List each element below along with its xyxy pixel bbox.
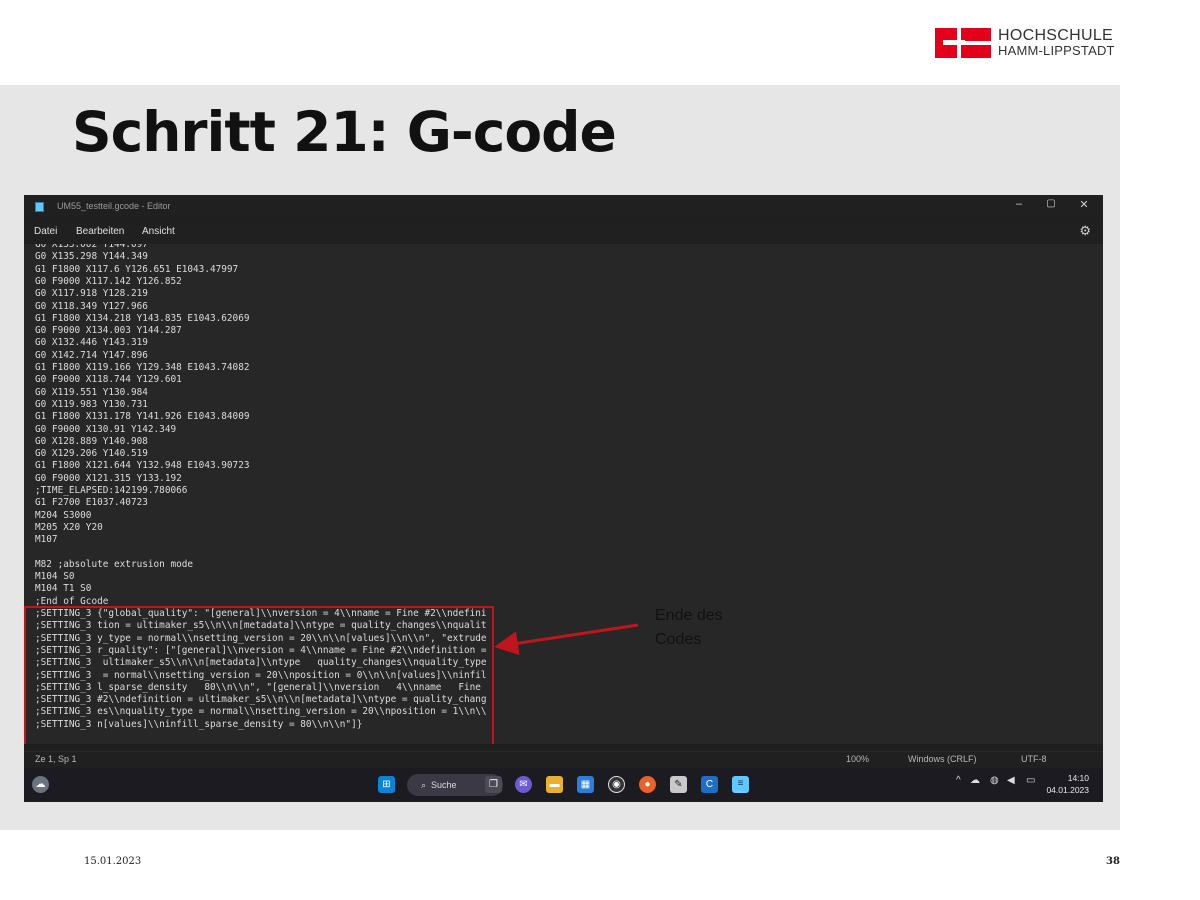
tray-network-icon[interactable]: ◍ xyxy=(990,775,999,786)
clock-time: 14:10 xyxy=(1067,773,1089,783)
minimize-button[interactable]: – xyxy=(1011,198,1027,210)
code-line: G0 X119.551 Y130.984 xyxy=(35,386,148,398)
start-icon[interactable]: ⊞ xyxy=(378,776,395,793)
tray-volume-icon[interactable]: ◀ xyxy=(1007,775,1015,786)
menu-bar: Datei Bearbeiten Ansicht ⚙ xyxy=(24,221,1103,243)
firefox-icon[interactable]: ● xyxy=(639,776,656,793)
code-line: G1 F1800 X134.218 Y143.835 E1043.62069 xyxy=(35,312,250,324)
encoding: UTF-8 xyxy=(1021,754,1047,764)
status-bar: Ze 1, Sp 1 100% Windows (CRLF) UTF-8 xyxy=(24,751,1103,767)
settings-gear-icon[interactable]: ⚙ xyxy=(1079,223,1091,239)
logo-text: HOCHSCHULE HAMM-LIPPSTADT xyxy=(998,27,1115,59)
code-line: M205 X20 Y20 xyxy=(35,521,103,533)
code-line: M82 ;absolute extrusion mode xyxy=(35,558,194,570)
code-line: G1 F1800 X121.644 Y132.948 E1043.90723 xyxy=(35,460,250,472)
cura-icon[interactable]: ◉ xyxy=(608,776,625,793)
snipping-tool-icon[interactable]: ✎ xyxy=(670,776,687,793)
logo-line1: HOCHSCHULE xyxy=(998,27,1114,44)
annotation-line1: Ende des xyxy=(655,607,723,624)
window-titlebar: UM55_testteil.gcode - Editor – ▢ ✕ xyxy=(24,195,1103,217)
code-line: M104 T1 S0 xyxy=(35,583,92,595)
code-line: ;SETTING_3 ultimaker_s5\\n\\n[metadata]\… xyxy=(35,657,487,669)
menu-bearbeiten[interactable]: Bearbeiten xyxy=(76,226,124,237)
code-line: G0 X142.714 Y147.896 xyxy=(35,349,148,361)
code-line: G0 F9000 X118.744 Y129.601 xyxy=(35,374,182,386)
code-line: G0 X119.983 Y130.731 xyxy=(35,398,148,410)
logo-line2: HAMM-LIPPSTADT xyxy=(998,43,1115,58)
annotation-text: Ende des Codes xyxy=(655,604,775,652)
code-line: G0 X132.446 Y143.319 xyxy=(35,337,148,349)
chat-icon[interactable]: ✉ xyxy=(515,776,532,793)
weather-icon[interactable]: ☁ xyxy=(32,776,49,793)
window-title: UM55_testteil.gcode - Editor xyxy=(57,201,171,211)
code-line: G0 X117.918 Y128.219 xyxy=(35,288,148,300)
store-icon[interactable]: ▦ xyxy=(577,776,594,793)
clock-date: 04.01.2023 xyxy=(1046,785,1089,795)
file-explorer-icon[interactable]: ▬ xyxy=(546,776,563,793)
code-line: G0 X118.349 Y127.966 xyxy=(35,300,148,312)
code-line: ;SETTING_3 r_quality": ["[general]\\nver… xyxy=(35,644,487,656)
task-view-icon[interactable]: ❐ xyxy=(485,776,502,793)
notepad-taskbar-icon[interactable]: ≡ xyxy=(732,776,749,793)
code-line: ;SETTING_3 l_sparse_density 80\\n\\n", "… xyxy=(35,681,481,693)
code-line: G1 F2700 E1037.40723 xyxy=(35,497,148,509)
code-line: ;SETTING_3 es\\nquality_type = normal\\n… xyxy=(35,706,487,718)
code-line: G1 F1800 X119.166 Y129.348 E1043.74082 xyxy=(35,362,250,373)
code-line: G0 X133.002 Y144.097 xyxy=(35,244,148,250)
annotation-arrow xyxy=(494,623,639,656)
code-line: ;SETTING_3 #2\\ndefinition = ultimaker_s… xyxy=(35,694,487,706)
slide-title: Schritt 21: G-code xyxy=(72,100,617,164)
text-editor-area[interactable]: G0 X133.002 Y144.097 G0 X135.298 Y144.349… xyxy=(24,244,1103,744)
code-line: G1 F1800 X131.178 Y141.926 E1043.84009 xyxy=(35,411,250,423)
editor-screenshot: UM55_testteil.gcode - Editor – ▢ ✕ Datei… xyxy=(24,195,1103,802)
code-line: G0 F9000 X134.003 Y144.287 xyxy=(35,325,182,337)
tray-cloud-icon[interactable]: ☁ xyxy=(970,775,980,786)
code-line: M204 S3000 xyxy=(35,509,92,521)
close-button[interactable]: ✕ xyxy=(1076,198,1092,211)
code-line: G1 F1800 X117.6 Y126.651 E1043.47997 xyxy=(35,263,239,275)
code-line: ;End of Gcode xyxy=(35,595,109,607)
page-number: 38 xyxy=(1106,856,1120,867)
hochschule-logo: HOCHSCHULE HAMM-LIPPSTADT xyxy=(935,28,1125,62)
logo-mark-icon xyxy=(935,28,991,58)
line-ending: Windows (CRLF) xyxy=(908,754,977,764)
code-line: ;SETTING_3 y_type = normal\\nsetting_ver… xyxy=(35,632,487,644)
zoom-level: 100% xyxy=(846,754,870,764)
maximize-button[interactable]: ▢ xyxy=(1043,198,1059,209)
menu-datei[interactable]: Datei xyxy=(34,226,57,237)
code-line: M107 xyxy=(35,534,58,546)
code-line: G0 F9000 X117.142 Y126.852 xyxy=(35,275,182,287)
code-line: G0 X129.206 Y140.519 xyxy=(35,448,148,460)
code-line: ;SETTING_3 n[values]\\ninfill_sparse_den… xyxy=(35,718,363,730)
search-icon: ⌕ xyxy=(421,779,427,790)
search-label: Suche xyxy=(431,780,457,790)
annotation-line2: Codes xyxy=(655,631,702,648)
code-line: G0 X135.298 Y144.349 xyxy=(35,251,148,263)
code-line: M104 S0 xyxy=(35,571,75,583)
code-line: G0 X128.889 Y140.908 xyxy=(35,435,148,447)
tray-battery-icon[interactable]: ▭ xyxy=(1026,775,1035,786)
code-line: G0 F9000 X130.91 Y142.349 xyxy=(35,423,177,435)
cursor-position: Ze 1, Sp 1 xyxy=(35,754,77,764)
code-line: G0 F9000 X121.315 Y133.192 xyxy=(35,472,182,484)
windows-taskbar: ☁ ⊞ ⌕ Suche ❐ ✉ ▬ ▦ ◉ ● ✎ C ≡ ^ ☁ ◍ ◀ ▭ … xyxy=(24,768,1103,802)
taskbar-clock[interactable]: 14:10 04.01.2023 xyxy=(1046,772,1089,796)
code-line: ;SETTING_3 {"global_quality": "[general]… xyxy=(35,608,487,619)
app-c-icon[interactable]: C xyxy=(701,776,718,793)
code-line: ;SETTING_3 tion = ultimaker_s5\\n\\n[met… xyxy=(35,620,487,632)
code-line: ;SETTING_3 = normal\\nsetting_version = … xyxy=(35,669,487,681)
footer-date: 15.01.2023 xyxy=(84,856,142,867)
code-line: ;TIME_ELAPSED:142199.780066 xyxy=(35,485,188,496)
menu-ansicht[interactable]: Ansicht xyxy=(142,226,175,237)
notepad-icon xyxy=(35,202,44,212)
tray-chevron-icon[interactable]: ^ xyxy=(956,775,961,786)
